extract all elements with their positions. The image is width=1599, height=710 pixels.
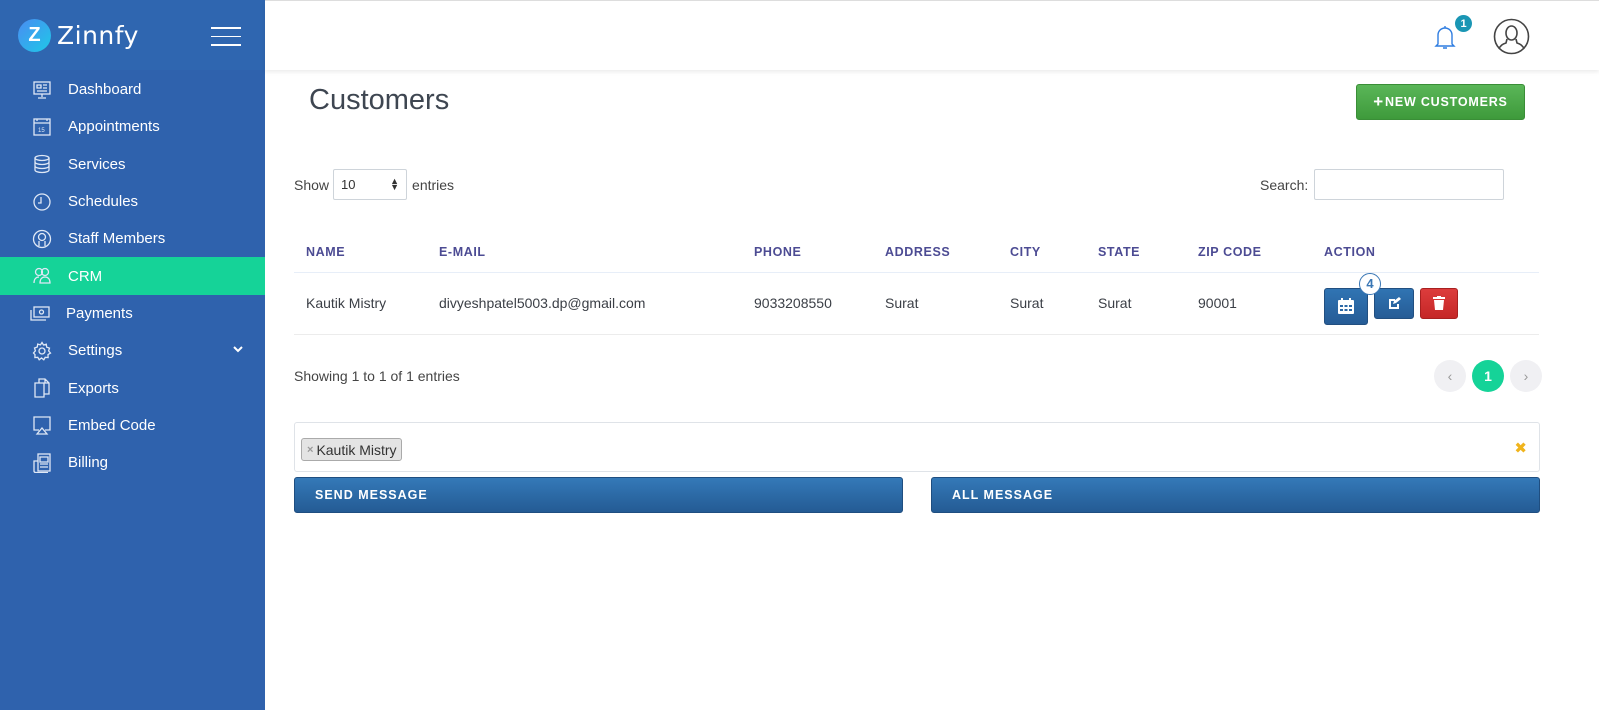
topbar: 1 [265,0,1599,70]
column-header-phone[interactable]: PHONE [742,232,873,273]
cell-city: Surat [998,272,1086,335]
cell-email: divyeshpatel5003.dp@gmail.com [427,272,742,335]
calendar-icon: 15 [32,117,52,137]
pagination-page-1[interactable]: 1 [1472,360,1504,392]
sidebar-item-settings[interactable]: Settings [0,332,265,369]
column-header-city[interactable]: CITY [998,232,1086,273]
sidebar: Z Zinnfy Dashboard 15 Appointments Servi… [0,0,265,710]
search: Search: [1260,169,1505,200]
sidebar-item-staff-members[interactable]: Staff Members [0,220,265,257]
new-customers-button[interactable]: + NEW CUSTOMERS [1356,84,1525,120]
cell-zip: 90001 [1186,272,1312,335]
sidebar-item-label: CRM [68,267,103,285]
appointment-count-badge: 4 [1359,272,1381,295]
bell-icon[interactable] [1433,24,1457,50]
brand-logo[interactable]: Z [18,18,51,52]
sidebar-item-label: Payments [66,304,133,322]
edit-button[interactable] [1374,287,1414,319]
column-header-address[interactable]: ADDRESS [873,232,998,273]
pagination: ‹ 1 › [1434,360,1542,392]
recipients-select[interactable]: × Kautik Mistry ✖ [294,422,1540,472]
sidebar-item-exports[interactable]: Exports [0,369,265,406]
sidebar-item-crm[interactable]: CRM [0,257,265,295]
users-icon [32,266,52,286]
customers-table: NAME E-MAIL PHONE ADDRESS CITY STATE ZIP… [294,232,1539,335]
table-row: Kautik Mistry divyeshpatel5003.dp@gmail.… [294,272,1539,335]
sidebar-item-appointments[interactable]: 15 Appointments [0,108,265,145]
entries-select[interactable]: 10 [333,169,408,200]
clear-all-icon[interactable]: ✖ [1514,439,1527,457]
new-customers-label: NEW CUSTOMERS [1385,95,1508,109]
avatar[interactable] [1493,18,1530,55]
sidebar-nav: Dashboard 15 Appointments Services Sched… [0,71,265,481]
cell-state: Surat [1086,272,1186,335]
table-info: Showing 1 to 1 of 1 entries [294,368,460,384]
send-message-button[interactable]: SEND MESSAGE [294,477,903,513]
sidebar-item-label: Settings [68,342,123,360]
plus-icon: + [1373,92,1385,111]
column-header-email[interactable]: E-MAIL [427,232,742,273]
edit-icon [1389,297,1401,309]
search-input[interactable] [1314,169,1505,200]
money-icon [30,303,50,323]
sidebar-item-label: Staff Members [68,230,166,248]
entries-label: entries [412,176,455,193]
all-message-button[interactable]: ALL MESSAGE [931,477,1540,513]
sidebar-item-label: Embed Code [68,416,156,434]
column-header-action: ACTION [1312,232,1539,273]
sidebar-item-label: Billing [68,454,109,472]
table-header-row: NAME E-MAIL PHONE ADDRESS CITY STATE ZIP… [294,232,1539,273]
page-title: Customers [309,84,450,116]
trash-icon [1433,296,1445,310]
main-content: Customers + NEW CUSTOMERS Show 10 ▲ ▼ ent… [265,70,1599,710]
remove-tag-icon[interactable]: × [307,444,313,456]
sidebar-item-services[interactable]: Services [0,146,265,183]
cell-action: 4 [1312,272,1539,335]
column-header-state[interactable]: STATE [1086,232,1186,273]
recipient-tag: × Kautik Mistry [301,438,402,461]
pagination-previous[interactable]: ‹ [1434,360,1466,392]
sidebar-item-label: Schedules [68,193,139,211]
gear-icon [32,340,52,361]
user-icon [32,229,52,249]
menu-toggle-icon[interactable] [211,27,241,47]
brand-name[interactable]: Zinnfy [57,21,139,50]
sidebar-item-label: Appointments [68,118,160,136]
notification-badge: 1 [1455,15,1472,32]
pagination-next[interactable]: › [1510,360,1542,392]
entries-length: Show 10 ▲ ▼ entries [294,169,454,200]
delete-button[interactable] [1420,287,1458,319]
cell-address: Surat [873,272,998,335]
search-label: Search: [1260,176,1309,193]
sidebar-item-billing[interactable]: Billing [0,444,265,481]
sidebar-item-label: Exports [68,379,119,397]
appointments-button[interactable] [1324,287,1368,325]
recipient-tag-label: Kautik Mistry [316,441,397,458]
sidebar-item-label: Dashboard [68,81,142,99]
billing-icon [32,452,52,473]
brand: Z Zinnfy [0,0,265,70]
sidebar-item-payments[interactable]: Payments [0,295,265,332]
monitor-icon [32,415,52,435]
clock-icon [32,192,52,212]
sidebar-item-schedules[interactable]: Schedules [0,183,265,220]
database-icon [32,154,52,174]
sidebar-item-embed-code[interactable]: Embed Code [0,407,265,444]
show-label: Show [294,176,330,193]
chevron-down-icon[interactable] [233,344,243,354]
column-header-zip[interactable]: ZIP CODE [1186,232,1312,273]
dashboard-icon [32,80,52,100]
calendar-icon [1338,298,1354,314]
files-icon [32,378,52,398]
sidebar-item-label: Services [68,155,126,173]
sidebar-item-dashboard[interactable]: Dashboard [0,71,265,108]
cell-phone: 9033208550 [742,272,873,335]
svg-text:15: 15 [38,128,45,134]
column-header-name[interactable]: NAME [294,232,427,273]
cell-name: Kautik Mistry [294,272,427,335]
